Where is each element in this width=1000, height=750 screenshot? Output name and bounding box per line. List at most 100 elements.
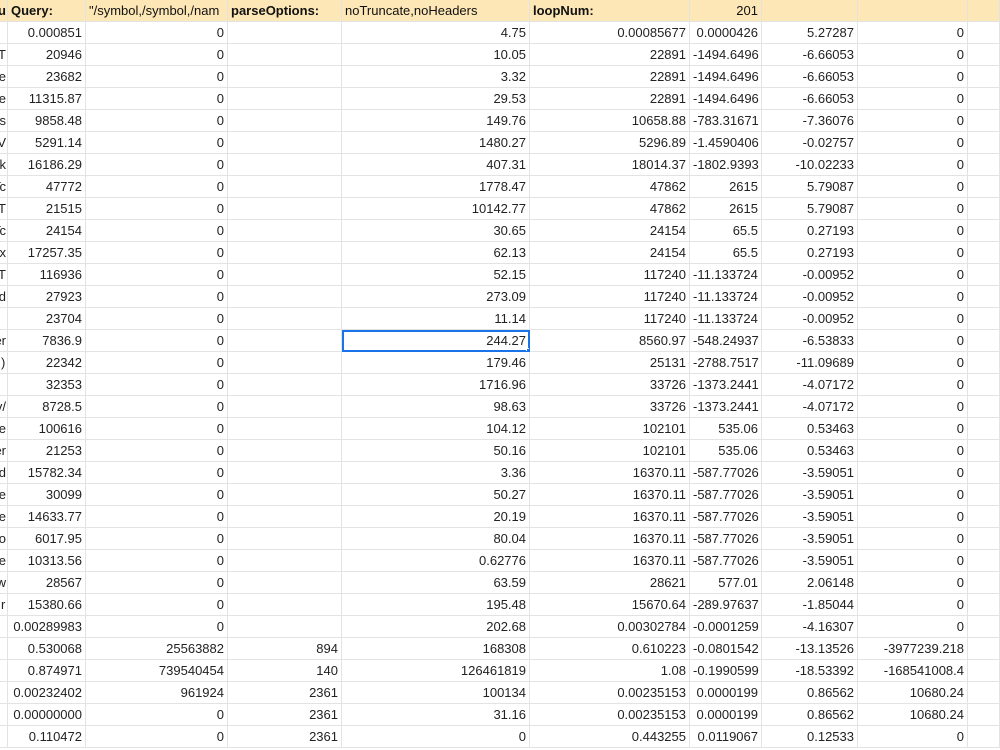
data-cell[interactable]: 4.75	[342, 22, 530, 44]
data-cell[interactable]	[968, 704, 1000, 726]
data-cell[interactable]: 8560.97	[530, 330, 690, 352]
data-cell[interactable]: 0	[858, 176, 968, 198]
data-cell[interactable]: -1.85044	[762, 594, 858, 616]
data-cell[interactable]: 28567	[8, 572, 86, 594]
data-cell[interactable]	[968, 440, 1000, 462]
data-cell[interactable]	[968, 418, 1000, 440]
header-cell-6[interactable]: 201	[690, 0, 762, 22]
data-cell[interactable]: 104.12	[342, 418, 530, 440]
data-cell[interactable]: 0	[858, 198, 968, 220]
data-cell[interactable]: 1716.96	[342, 374, 530, 396]
data-cell[interactable]	[228, 264, 342, 286]
data-cell[interactable]: -0.00952	[762, 286, 858, 308]
data-cell[interactable]	[968, 66, 1000, 88]
row-clipped-cell[interactable]	[0, 638, 8, 660]
data-cell[interactable]: 0	[858, 484, 968, 506]
data-cell[interactable]	[228, 88, 342, 110]
data-cell[interactable]: 23682	[8, 66, 86, 88]
data-cell[interactable]: 0.0000199	[690, 704, 762, 726]
data-cell[interactable]: 117240	[530, 308, 690, 330]
data-cell[interactable]: -0.0801542	[690, 638, 762, 660]
data-cell[interactable]: 0	[858, 44, 968, 66]
data-cell[interactable]: 23704	[8, 308, 86, 330]
data-cell[interactable]	[968, 484, 1000, 506]
data-cell[interactable]: -783.31671	[690, 110, 762, 132]
data-cell[interactable]: -7.36076	[762, 110, 858, 132]
data-cell[interactable]: -3.59051	[762, 462, 858, 484]
data-cell[interactable]: -3.59051	[762, 550, 858, 572]
data-cell[interactable]: 0	[86, 550, 228, 572]
data-cell[interactable]	[968, 528, 1000, 550]
data-cell[interactable]: 16186.29	[8, 154, 86, 176]
data-cell[interactable]: -11.133724	[690, 308, 762, 330]
data-cell[interactable]: 0	[86, 286, 228, 308]
data-cell[interactable]	[228, 396, 342, 418]
row-clipped-cell[interactable]: e	[0, 550, 8, 572]
data-cell[interactable]: 894	[228, 638, 342, 660]
row-clipped-cell[interactable]: Te	[0, 88, 8, 110]
row-clipped-cell[interactable]	[0, 374, 8, 396]
data-cell[interactable]: 1.08	[530, 660, 690, 682]
data-cell[interactable]: 0.86562	[762, 704, 858, 726]
data-cell[interactable]: -548.24937	[690, 330, 762, 352]
data-cell[interactable]: 22342	[8, 352, 86, 374]
data-cell[interactable]	[968, 220, 1000, 242]
data-cell[interactable]: 407.31	[342, 154, 530, 176]
data-cell[interactable]	[228, 594, 342, 616]
data-cell[interactable]: 11.14	[342, 308, 530, 330]
data-cell[interactable]: 5.79087	[762, 198, 858, 220]
data-cell[interactable]: -4.07172	[762, 374, 858, 396]
data-cell[interactable]: 0.443255	[530, 726, 690, 748]
data-cell[interactable]: -4.16307	[762, 616, 858, 638]
data-cell[interactable]	[228, 132, 342, 154]
data-cell[interactable]: 9858.48	[8, 110, 86, 132]
data-cell[interactable]: -0.1990599	[690, 660, 762, 682]
data-cell[interactable]: 0	[86, 66, 228, 88]
data-cell[interactable]: 10142.77	[342, 198, 530, 220]
data-cell[interactable]: -289.97637	[690, 594, 762, 616]
row-clipped-cell[interactable]: d	[0, 286, 8, 308]
data-cell[interactable]: 0	[86, 132, 228, 154]
data-cell[interactable]	[228, 176, 342, 198]
data-cell[interactable]: 0	[858, 264, 968, 286]
row-clipped-cell[interactable]: (	[0, 352, 8, 374]
data-cell[interactable]: 22891	[530, 88, 690, 110]
data-cell[interactable]: 0	[858, 110, 968, 132]
data-cell[interactable]	[228, 220, 342, 242]
data-cell[interactable]	[228, 440, 342, 462]
data-cell[interactable]: 0	[858, 528, 968, 550]
data-cell[interactable]	[968, 594, 1000, 616]
data-cell[interactable]	[228, 352, 342, 374]
data-cell[interactable]: 244.27	[342, 330, 530, 352]
data-cell[interactable]: 577.01	[690, 572, 762, 594]
data-cell[interactable]: 30.65	[342, 220, 530, 242]
data-cell[interactable]: 0	[858, 352, 968, 374]
data-cell[interactable]: 2361	[228, 682, 342, 704]
data-cell[interactable]: 0	[86, 528, 228, 550]
data-cell[interactable]: 100134	[342, 682, 530, 704]
row-clipped-cell[interactable]: w	[0, 572, 8, 594]
data-cell[interactable]: 102101	[530, 418, 690, 440]
data-cell[interactable]: 0	[86, 330, 228, 352]
header-cell-0[interactable]: Qu	[0, 0, 8, 22]
data-cell[interactable]: 0.0000426	[690, 22, 762, 44]
data-cell[interactable]: -10.02233	[762, 154, 858, 176]
data-cell[interactable]: 0	[858, 308, 968, 330]
data-cell[interactable]: 0	[86, 374, 228, 396]
row-clipped-cell[interactable]: de	[0, 66, 8, 88]
data-cell[interactable]: 18014.37	[530, 154, 690, 176]
data-cell[interactable]	[968, 176, 1000, 198]
data-cell[interactable]: 0	[858, 220, 968, 242]
data-cell[interactable]: 24154	[8, 220, 86, 242]
data-cell[interactable]: -3.59051	[762, 506, 858, 528]
data-cell[interactable]: 0.0119067	[690, 726, 762, 748]
data-cell[interactable]: 16370.11	[530, 550, 690, 572]
data-cell[interactable]: 25131	[530, 352, 690, 374]
data-cell[interactable]: 117240	[530, 286, 690, 308]
data-cell[interactable]	[968, 44, 1000, 66]
data-cell[interactable]: 0	[858, 418, 968, 440]
data-cell[interactable]: 0	[858, 726, 968, 748]
data-cell[interactable]: 31.16	[342, 704, 530, 726]
data-cell[interactable]: -1494.6496	[690, 88, 762, 110]
data-cell[interactable]: 50.27	[342, 484, 530, 506]
